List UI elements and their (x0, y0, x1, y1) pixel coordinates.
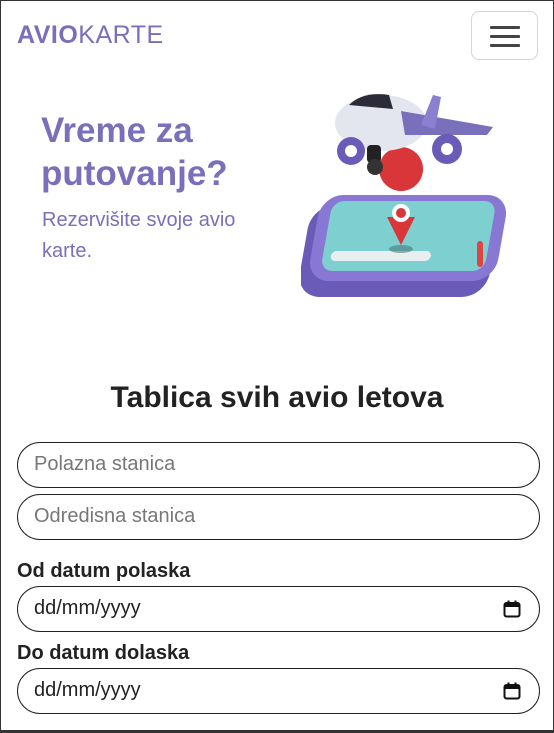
calendar-icon[interactable] (503, 600, 521, 618)
to-date-input[interactable]: dd/mm/yyyy (17, 668, 540, 714)
from-date-value: dd/mm/yyyy (34, 597, 141, 619)
hamburger-line (490, 44, 520, 47)
navbar: AVIOKARTE (1, 1, 553, 73)
destination-placeholder: Odredisna stanica (34, 505, 196, 527)
to-date-value: dd/mm/yyyy (34, 679, 141, 701)
from-date-label: Od datum polaska (17, 560, 191, 582)
calendar-icon[interactable] (503, 682, 521, 700)
hamburger-line (490, 26, 520, 29)
brand-part-light: KARTE (78, 21, 164, 49)
to-date-label: Do datum dolaska (17, 642, 190, 664)
brand-part-bold: AVIO (17, 21, 79, 49)
brand-logo[interactable]: AVIOKARTE (17, 21, 164, 50)
departure-placeholder: Polazna stanica (34, 453, 176, 475)
departure-input[interactable]: Polazna stanica (17, 442, 540, 488)
hero-subtitle: Rezervišite svoje avio karte. (42, 209, 236, 262)
from-date-input[interactable]: dd/mm/yyyy (17, 586, 540, 632)
destination-input[interactable]: Odredisna stanica (17, 494, 540, 540)
section-title: Tablica svih avio letova (110, 381, 444, 414)
hamburger-line (490, 35, 520, 38)
menu-toggle-button[interactable] (471, 11, 538, 60)
hero-title: Vreme za putovanje? (41, 111, 228, 193)
plane-and-phone-illustration (301, 94, 507, 297)
